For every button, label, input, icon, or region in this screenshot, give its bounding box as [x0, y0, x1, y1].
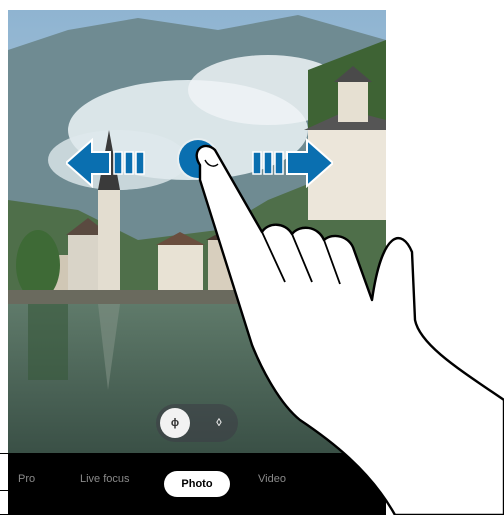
hand-gesture-illustration — [195, 144, 504, 515]
